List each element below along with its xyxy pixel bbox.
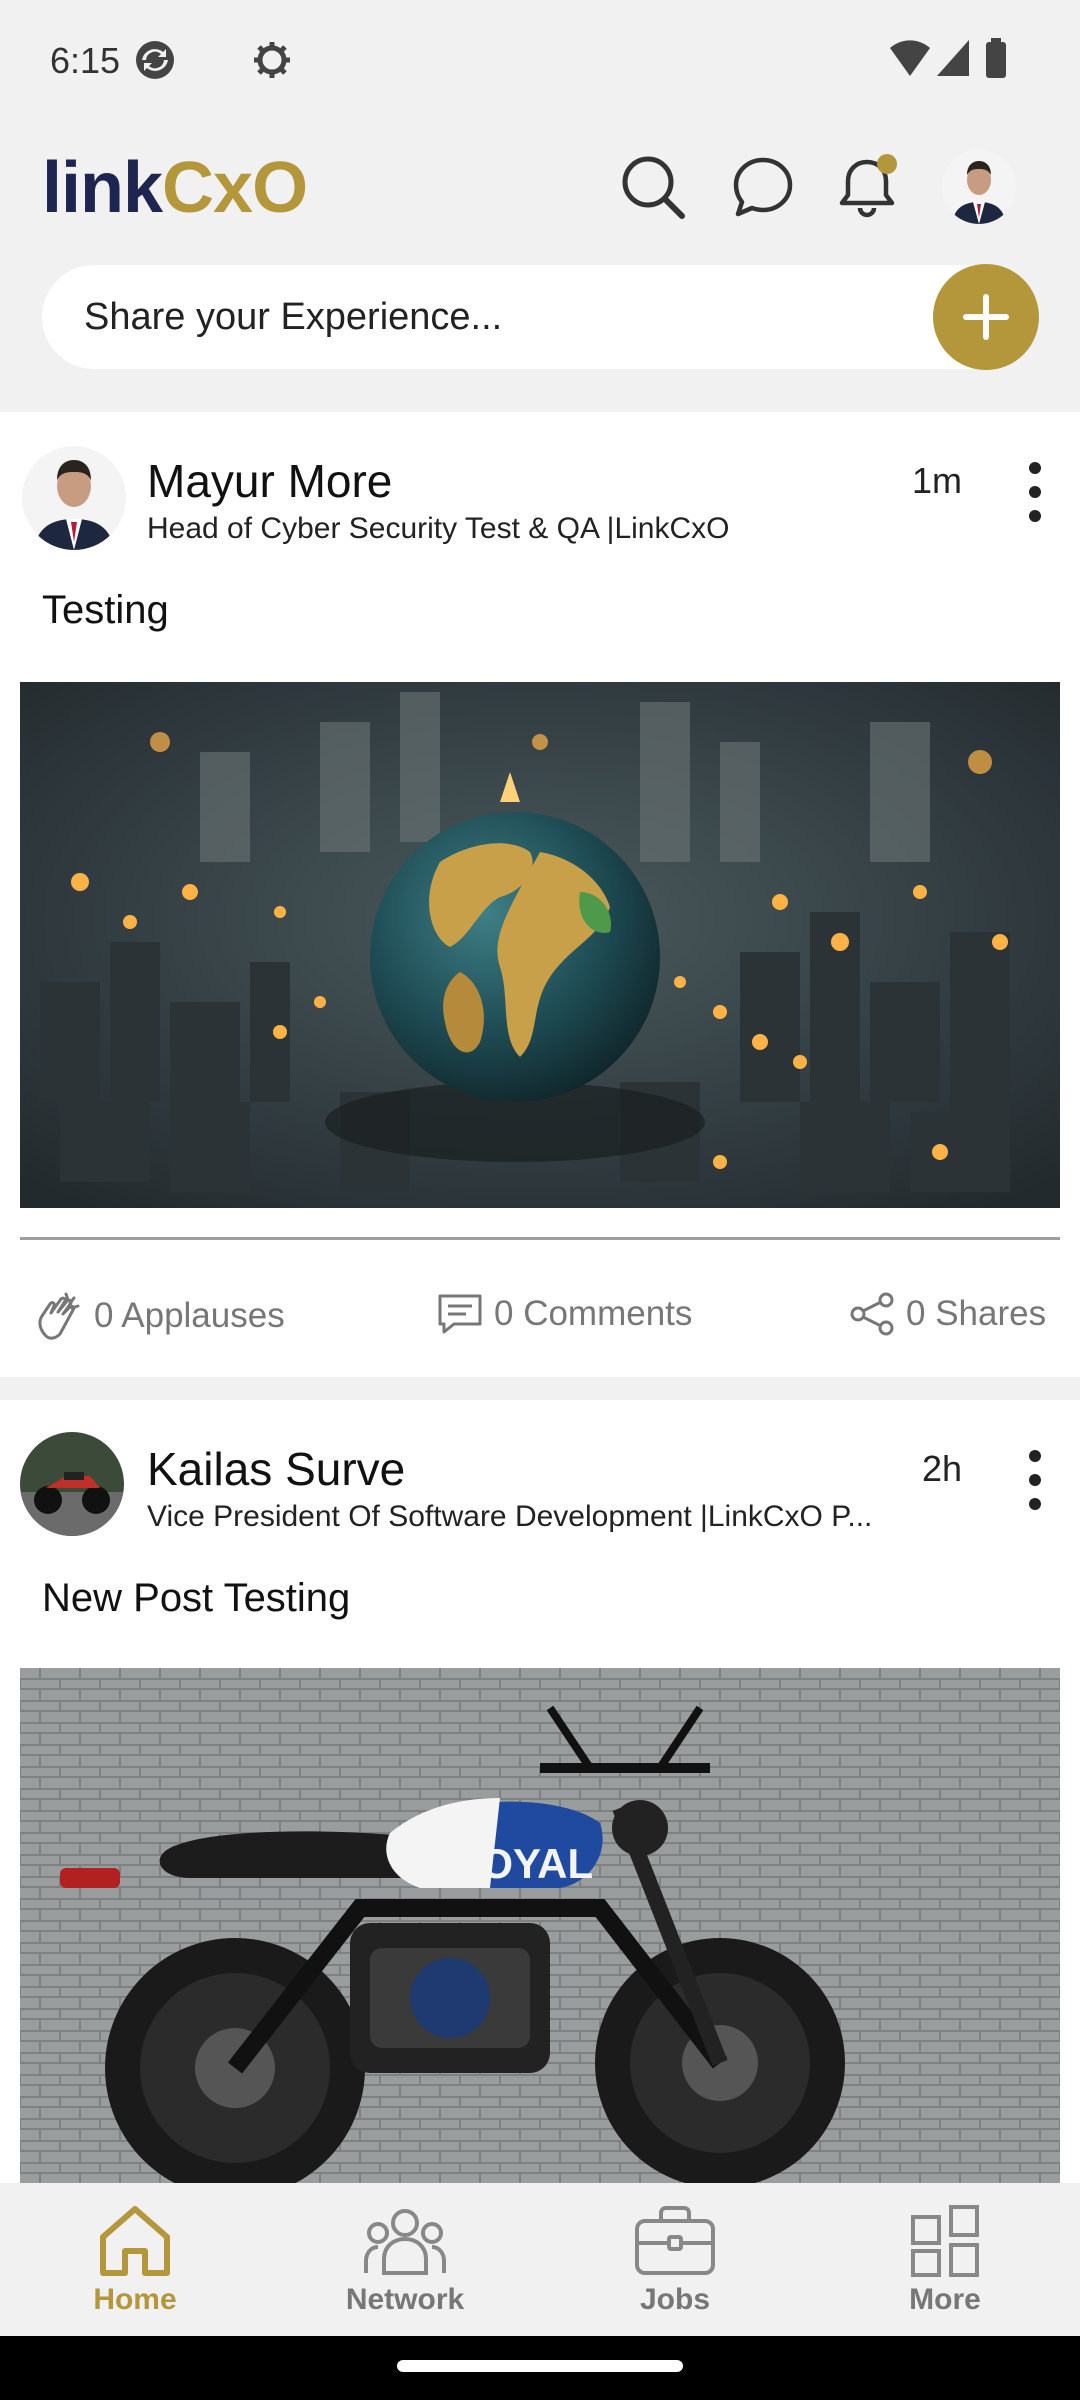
post-divider [20,1237,1060,1240]
post-time: 1m [911,460,962,501]
settings-icon [250,38,294,87]
nav-more[interactable]: More [810,2183,1080,2336]
profile-avatar[interactable] [942,150,1016,224]
battery-icon [984,38,1008,83]
home-icon [100,2205,170,2276]
grid-icon [911,2204,979,2277]
post-text: Testing [42,588,169,632]
signal-icon [935,38,971,83]
share-experience-input[interactable]: Share your Experience... [42,265,1038,369]
logo-text-cxo: CxO [162,148,308,228]
share-count: 0 Shares [906,1294,1047,1333]
author-title: Head of Cyber Security Test & QA |LinkCx… [147,512,730,545]
share-placeholder: Share your Experience... [84,295,503,338]
status-bar: 6:15 [0,0,1080,130]
network-icon [364,2208,446,2275]
chat-icon[interactable] [726,150,800,224]
tank-brand-text: ROYAL [450,1840,593,1887]
author-name[interactable]: Kailas Surve [147,1442,405,1496]
comment-count: 0 Comments [494,1294,693,1333]
share-button[interactable]: 0 Shares [848,1290,1046,1338]
applause-button[interactable]: 0 Applauses [32,1290,285,1342]
author-avatar[interactable] [20,1432,124,1536]
nav-more-label: More [909,2282,981,2316]
nav-jobs-label: Jobs [639,2282,711,2316]
comment-button[interactable]: 0 Comments [436,1290,692,1338]
post-time: 2h [921,1448,962,1489]
home-gesture-handle[interactable] [397,2360,683,2372]
notification-bell-icon[interactable] [830,150,904,224]
post-text: New Post Testing [42,1576,351,1620]
system-navigation-bar [0,2336,1080,2400]
comment-icon [438,1294,482,1334]
briefcase-icon [635,2205,715,2275]
applause-count: 0 Applauses [94,1296,285,1335]
nav-network[interactable]: Network [270,2183,540,2336]
author-avatar[interactable] [22,446,126,550]
more-options-icon[interactable] [1020,1450,1050,1510]
logo-text-link: link [42,148,163,228]
clap-icon [38,1292,80,1340]
author-title: Vice President Of Software Development |… [147,1500,873,1533]
app-header: link CxO Share your Experience... [0,130,1080,412]
globe-city-image[interactable] [20,682,1060,1208]
nav-home-label: Home [93,2282,177,2316]
more-options-icon[interactable] [1020,462,1050,522]
bottom-navigation: Home Network Jobs More [0,2183,1080,2336]
author-name[interactable]: Mayur More [147,454,392,508]
search-icon[interactable] [616,150,690,224]
add-post-button[interactable] [933,264,1039,370]
status-time: 6:15 [50,40,121,81]
nav-home[interactable]: Home [0,2183,270,2336]
feed-post: Mayur More Head of Cyber Security Test &… [0,412,1080,1377]
linkcxo-logo[interactable]: link CxO [42,148,308,228]
nav-network-label: Network [345,2282,465,2316]
feed-post: Kailas Surve Vice President Of Software … [0,1400,1080,2183]
wifi-icon [888,38,932,83]
share-icon [850,1292,894,1336]
nav-jobs[interactable]: Jobs [540,2183,810,2336]
plus-icon [963,294,1009,340]
sync-icon [133,38,177,87]
motorcycle-image[interactable]: ROYAL [20,1668,1060,2183]
